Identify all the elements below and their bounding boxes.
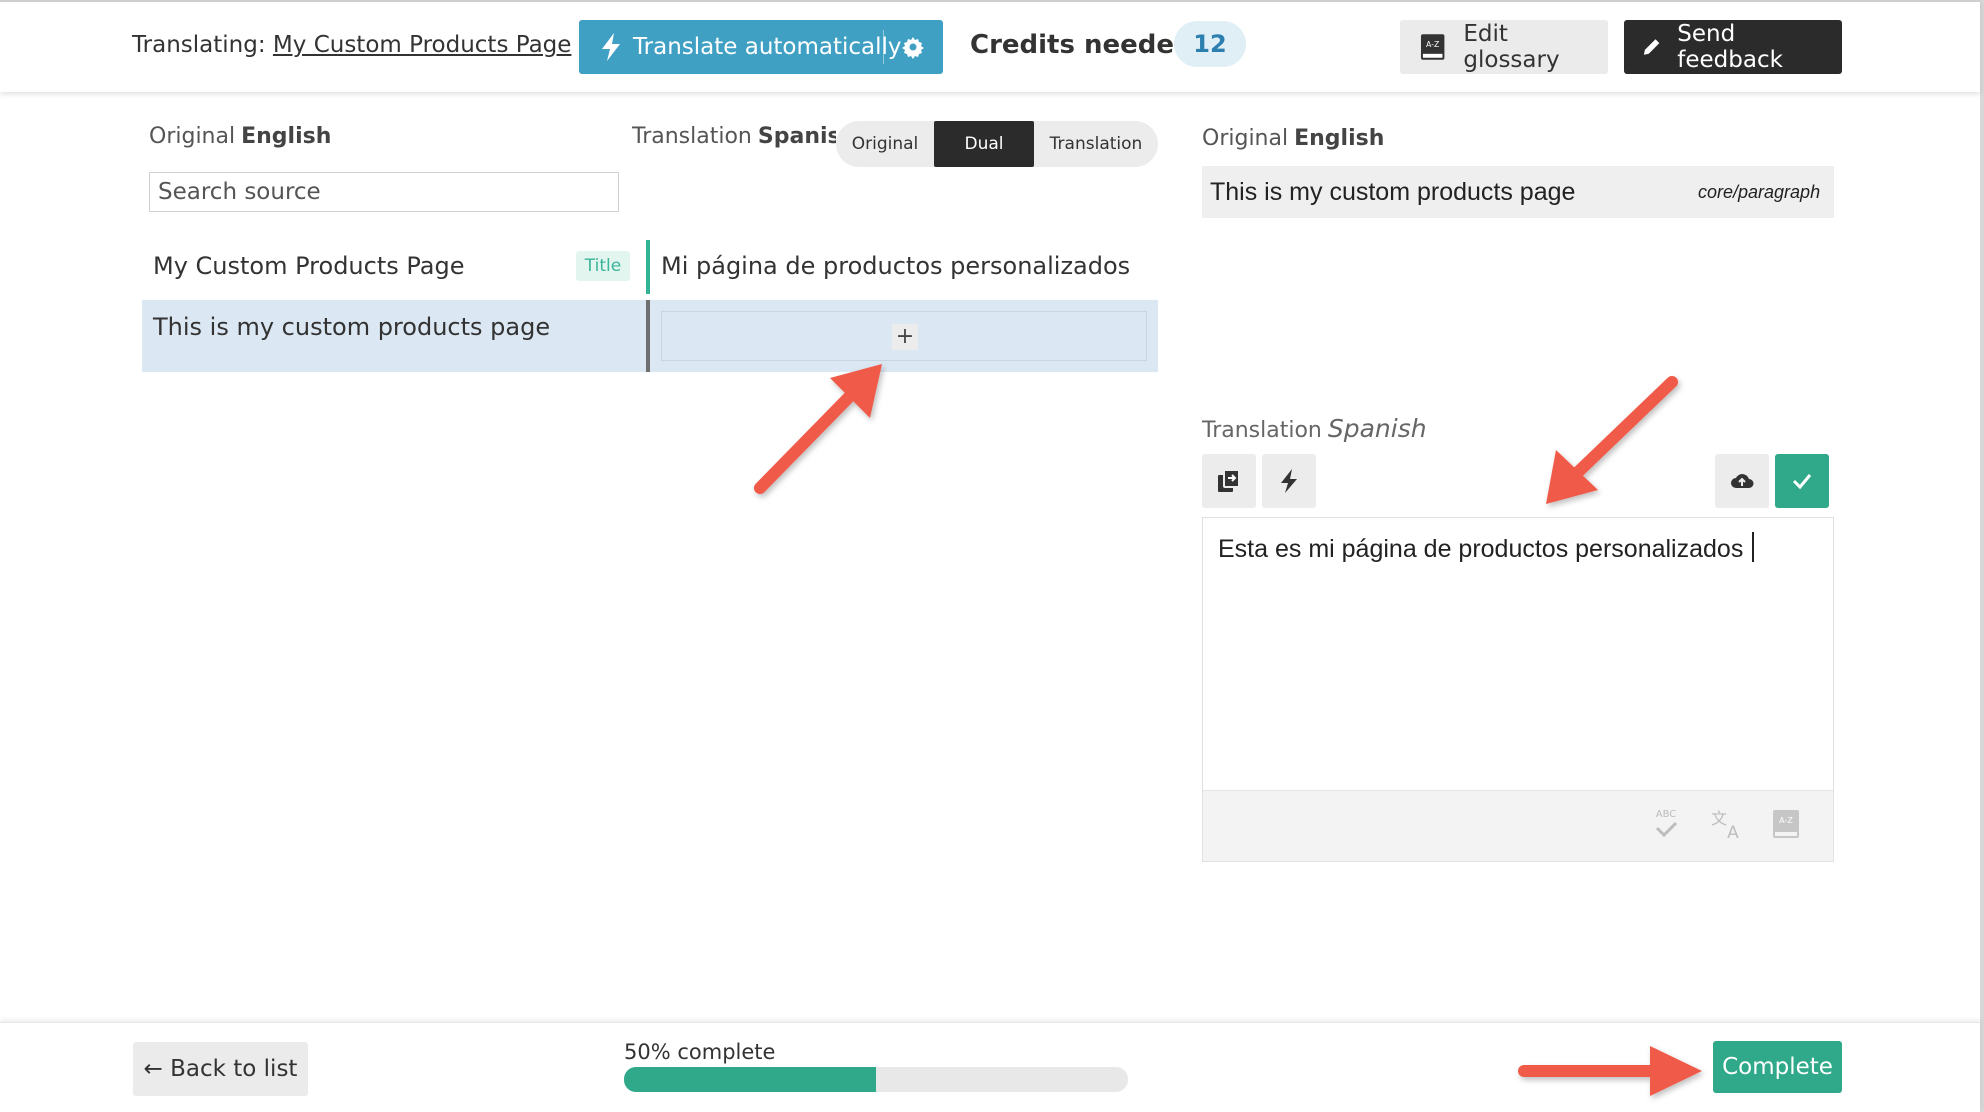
detail-original-header: Original English (1202, 126, 1384, 151)
check-icon (1792, 474, 1812, 490)
detail-original-language: English (1294, 126, 1385, 151)
pencil-icon (1643, 39, 1660, 55)
translating-label: Translating: (132, 32, 266, 58)
row-1-translation-text[interactable]: Mi página de productos personalizados (661, 252, 1130, 280)
translating-info: Translating: My Custom Products Page (132, 32, 601, 58)
glossary-book-icon[interactable]: A-Z (1770, 806, 1802, 842)
title-badge: Title (576, 251, 630, 281)
view-dual-option[interactable]: Dual (934, 121, 1034, 167)
svg-text:A-Z: A-Z (1426, 40, 1439, 49)
save-draft-button[interactable] (1715, 454, 1769, 508)
original-column-header: Original English (149, 124, 331, 149)
edit-glossary-button[interactable]: A-Z Edit glossary (1400, 20, 1608, 74)
translate-language-icon[interactable]: 文 A (1711, 806, 1743, 842)
block-type-label: core/paragraph (1698, 182, 1821, 202)
svg-text:A-Z: A-Z (1779, 816, 1793, 825)
original-text: This is my custom products page (1210, 178, 1576, 206)
translate-automatically-button[interactable]: Translate automatically (579, 20, 943, 74)
lightning-icon (602, 33, 620, 61)
view-mode-toggle: Original Dual Translation (836, 121, 1158, 167)
svg-text:ABC: ABC (1656, 809, 1677, 820)
svg-text:A: A (1727, 823, 1739, 842)
row-1-status-bar (646, 240, 650, 294)
svg-text:文: 文 (1711, 809, 1727, 828)
credits-needed-label: Credits needed (970, 30, 1193, 60)
detail-translation-language: Spanish (1327, 414, 1427, 443)
edit-glossary-label: Edit glossary (1463, 21, 1560, 73)
back-to-list-button[interactable]: ← Back to list (133, 1042, 308, 1096)
send-feedback-label: Send feedback (1677, 21, 1783, 73)
translation-column-header: TranslationSpanish (632, 124, 836, 149)
arrow-to-editor (1546, 376, 1678, 504)
translation-label: Translation (632, 124, 752, 149)
arrow-to-add-button (754, 364, 882, 494)
send-feedback-button[interactable]: Send feedback (1624, 20, 1842, 74)
original-label: Original (149, 124, 236, 149)
detail-original-label: Original (1202, 126, 1289, 151)
button-divider (883, 30, 884, 64)
original-language: English (241, 124, 332, 149)
glossary-book-icon: A-Z (1420, 34, 1445, 60)
search-source-input[interactable] (149, 172, 619, 212)
progress-label: 50% complete (624, 1040, 776, 1064)
spellcheck-icon[interactable]: ABC (1650, 806, 1682, 842)
text-cursor (1752, 532, 1754, 562)
credits-count-badge: 12 (1174, 21, 1246, 67)
translation-editor-text[interactable]: Esta es mi página de productos personali… (1218, 535, 1743, 564)
view-original-option[interactable]: Original (836, 121, 934, 167)
cloud-upload-icon (1731, 474, 1754, 488)
copy-source-button[interactable] (1202, 454, 1256, 508)
row-2-status-bar (646, 300, 650, 372)
confirm-translation-button[interactable] (1775, 454, 1829, 508)
page-link[interactable]: My Custom Products Page (273, 32, 572, 58)
auto-translate-segment-button[interactable] (1262, 454, 1316, 508)
window-edge (1980, 0, 1984, 1112)
progress-bar (624, 1067, 1128, 1092)
complete-button[interactable]: Complete (1713, 1041, 1842, 1093)
gear-icon[interactable] (901, 35, 925, 59)
detail-translation-header: Translation Spanish (1202, 414, 1427, 443)
row-2-source-text[interactable]: This is my custom products page (153, 313, 550, 341)
lightning-icon (1281, 469, 1297, 493)
row-1-source-text[interactable]: My Custom Products Page (153, 252, 464, 280)
view-translation-option[interactable]: Translation (1034, 121, 1158, 167)
progress-bar-fill (624, 1067, 876, 1092)
detail-translation-label: Translation (1202, 418, 1322, 443)
translation-language: Spanish (757, 124, 836, 149)
copy-icon (1218, 469, 1240, 492)
translate-automatically-label: Translate automatically (633, 34, 902, 60)
add-translation-button[interactable]: + (892, 324, 918, 350)
